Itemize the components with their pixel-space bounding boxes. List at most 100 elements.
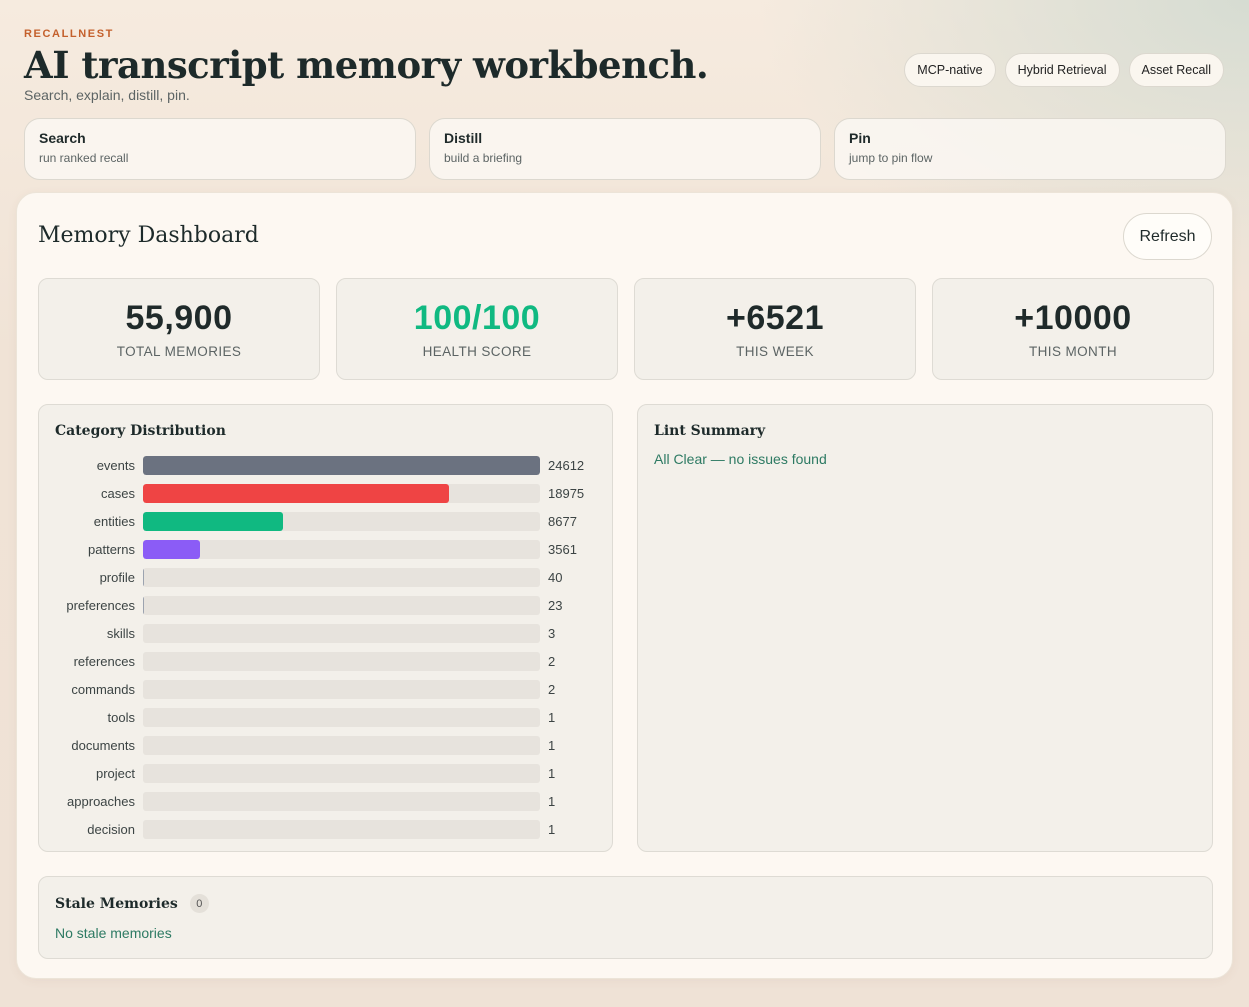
quick-action-title: Pin bbox=[849, 130, 871, 146]
stat-health-score: 100/100 HEALTH SCORE bbox=[336, 278, 618, 380]
category-bar-patterns bbox=[143, 539, 201, 559]
stat-value: 100/100 bbox=[413, 299, 541, 337]
category-label: references bbox=[73, 653, 135, 669]
quick-action-subtitle: jump to pin flow bbox=[849, 151, 933, 165]
quick-actions: Search run ranked recall Distill build a… bbox=[24, 118, 1226, 180]
quick-action-distill[interactable]: Distill build a briefing bbox=[429, 118, 821, 180]
category-bar-profile bbox=[143, 567, 144, 587]
category-bar-entities bbox=[143, 511, 283, 531]
category-label: cases bbox=[101, 485, 135, 501]
stat-value: 55,900 bbox=[125, 299, 233, 337]
category-row-references: references 2 bbox=[55, 647, 596, 675]
category-count: 1 bbox=[548, 765, 556, 781]
stat-this-month: +10000 THIS MONTH bbox=[932, 278, 1214, 380]
category-count: 24612 bbox=[548, 457, 585, 473]
category-label: commands bbox=[71, 681, 135, 697]
category-row-skills: skills 3 bbox=[55, 619, 596, 647]
category-count: 1 bbox=[548, 821, 556, 837]
quick-action-title: Distill bbox=[444, 130, 483, 146]
brand-label: RECALLNEST bbox=[24, 28, 114, 40]
quick-action-title: Search bbox=[39, 130, 86, 146]
category-count: 1 bbox=[548, 793, 556, 809]
stat-value: +10000 bbox=[1014, 299, 1132, 337]
category-row-commands: commands 2 bbox=[55, 675, 596, 703]
quick-action-subtitle: run ranked recall bbox=[39, 151, 129, 165]
category-label: preferences bbox=[66, 597, 135, 613]
category-bar-track bbox=[143, 819, 540, 839]
category-row-cases: cases 18975 bbox=[55, 479, 596, 507]
category-row-events: events 24612 bbox=[55, 451, 596, 479]
category-row-project: project 1 bbox=[55, 759, 596, 787]
page-tagline: Search, explain, distill, pin. bbox=[24, 87, 190, 103]
category-row-preferences: preferences 23 bbox=[55, 591, 596, 619]
stale-memories-card: Stale Memories 0 No stale memories bbox=[38, 876, 1213, 959]
stat-label: TOTAL MEMORIES bbox=[116, 344, 242, 359]
category-row-tools: tools 1 bbox=[55, 703, 596, 731]
category-row-profile: profile 40 bbox=[55, 563, 596, 591]
category-count: 1 bbox=[548, 737, 556, 753]
category-bar-track bbox=[143, 735, 540, 755]
quick-action-search[interactable]: Search run ranked recall bbox=[24, 118, 416, 180]
chip-mcp-native[interactable]: MCP-native bbox=[904, 53, 996, 87]
category-label: decision bbox=[87, 821, 135, 837]
category-row-entities: entities 8677 bbox=[55, 507, 596, 535]
category-label: skills bbox=[106, 625, 135, 641]
category-count: 3 bbox=[548, 625, 556, 641]
stale-memories-header: Stale Memories 0 bbox=[55, 894, 1196, 913]
dashboard-title: Memory Dashboard bbox=[38, 223, 259, 248]
category-bar-track bbox=[143, 455, 540, 475]
category-bar-track bbox=[143, 623, 540, 643]
category-label: profile bbox=[99, 569, 135, 585]
stat-label: THIS MONTH bbox=[1029, 344, 1117, 359]
category-label: events bbox=[96, 457, 135, 473]
category-count: 1 bbox=[548, 709, 556, 725]
category-row-documents: documents 1 bbox=[55, 731, 596, 759]
lint-summary-card: Lint Summary All Clear — no issues found bbox=[637, 404, 1213, 852]
chip-hybrid-retrieval[interactable]: Hybrid Retrieval bbox=[1004, 53, 1120, 87]
stale-memories-title: Stale Memories bbox=[55, 895, 178, 912]
category-label: documents bbox=[71, 737, 135, 753]
category-bar-cases bbox=[143, 483, 450, 503]
category-label: project bbox=[95, 765, 135, 781]
stat-label: THIS WEEK bbox=[736, 344, 814, 359]
category-bar-track bbox=[143, 567, 540, 587]
stale-memories-message: No stale memories bbox=[55, 925, 172, 941]
category-row-patterns: patterns 3561 bbox=[55, 535, 596, 563]
stat-value: +6521 bbox=[726, 299, 824, 337]
category-count: 40 bbox=[548, 569, 563, 585]
refresh-button[interactable]: Refresh bbox=[1123, 213, 1212, 260]
category-bar-track bbox=[143, 511, 540, 531]
stat-this-week: +6521 THIS WEEK bbox=[634, 278, 916, 380]
lint-summary-title: Lint Summary bbox=[654, 423, 766, 439]
category-count: 23 bbox=[548, 597, 563, 613]
stat-label: HEALTH SCORE bbox=[422, 344, 532, 359]
memory-dashboard-panel: Memory Dashboard Refresh 55,900 TOTAL ME… bbox=[16, 192, 1233, 979]
category-bar-track bbox=[143, 679, 540, 699]
category-bar-track bbox=[143, 763, 540, 783]
category-count: 8677 bbox=[548, 513, 577, 529]
stat-total-memories: 55,900 TOTAL MEMORIES bbox=[38, 278, 320, 380]
stat-cards: 55,900 TOTAL MEMORIES 100/100 HEALTH SCO… bbox=[38, 278, 1214, 380]
category-label: tools bbox=[107, 709, 135, 725]
category-bar-track bbox=[143, 539, 540, 559]
category-bar-chart: events 24612 cases 18975 entities 8677 pattern… bbox=[55, 451, 596, 843]
category-bar-events bbox=[143, 455, 540, 475]
category-bar-track bbox=[143, 707, 540, 727]
category-label: patterns bbox=[88, 541, 135, 557]
category-count: 2 bbox=[548, 653, 556, 669]
category-distribution-card: Category Distribution events 24612 cases 18… bbox=[38, 404, 613, 852]
category-bar-track bbox=[143, 791, 540, 811]
category-label: approaches bbox=[67, 793, 135, 809]
category-count: 2 bbox=[548, 681, 556, 697]
category-bar-track bbox=[143, 651, 540, 671]
stale-count-badge: 0 bbox=[189, 894, 209, 913]
chip-asset-recall[interactable]: Asset Recall bbox=[1128, 53, 1224, 87]
category-row-decision: decision 1 bbox=[55, 815, 596, 843]
lint-status-message: All Clear — no issues found bbox=[654, 451, 827, 467]
feature-chips: MCP-native Hybrid Retrieval Asset Recall bbox=[904, 53, 1224, 87]
category-bar-track bbox=[143, 483, 540, 503]
quick-action-pin[interactable]: Pin jump to pin flow bbox=[834, 118, 1226, 180]
category-count: 18975 bbox=[548, 485, 585, 501]
category-bar-track bbox=[143, 595, 540, 615]
quick-action-subtitle: build a briefing bbox=[444, 151, 523, 165]
